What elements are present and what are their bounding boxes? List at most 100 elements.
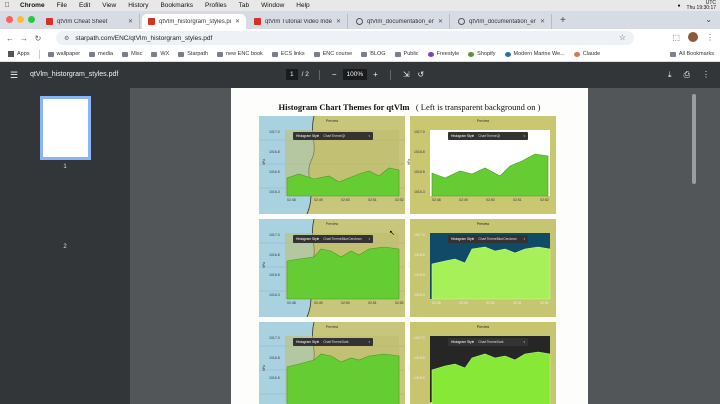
thumbnail-number: 2 bbox=[63, 244, 67, 250]
dropdown-label: Histogram Style bbox=[451, 340, 475, 344]
apple-menu-icon[interactable]:  bbox=[0, 2, 14, 9]
bookmark-freestyle[interactable]: Freestyle bbox=[427, 51, 460, 57]
folder-icon bbox=[47, 51, 54, 57]
menu-window[interactable]: Window bbox=[255, 2, 290, 9]
url-text: starpath.com/ENC/qtVlm_historgram_styles… bbox=[75, 34, 213, 42]
all-bookmarks[interactable]: All Bookmarks bbox=[669, 51, 714, 57]
zoom-window-button[interactable] bbox=[28, 16, 35, 23]
page-number-input[interactable]: 1 bbox=[286, 69, 298, 80]
bookmark-starpath[interactable]: Starpath bbox=[178, 51, 208, 57]
back-arrow-icon[interactable]: ← bbox=[3, 34, 17, 43]
y-tick-label: 1016.5 bbox=[414, 273, 425, 277]
scrollbar[interactable] bbox=[690, 88, 720, 404]
scrollbar-thumb[interactable] bbox=[692, 94, 696, 184]
menu-file[interactable]: File bbox=[51, 2, 73, 9]
menu-edit[interactable]: Edit bbox=[73, 2, 96, 9]
bookmark-label: Freestyle bbox=[436, 51, 460, 57]
pdf-favicon-icon bbox=[254, 18, 261, 25]
histogram-style-dropdown[interactable]: Histogram Style ChartThemeDark ▾ bbox=[293, 338, 373, 346]
address-bar[interactable]: ⚙ starpath.com/ENC/qtVlm_historgram_styl… bbox=[56, 31, 634, 45]
preview-label: Preview bbox=[325, 222, 339, 226]
y-tick-label: 1016.8 bbox=[269, 150, 280, 154]
folder-icon bbox=[217, 51, 224, 57]
fit-page-icon[interactable]: ⇲ bbox=[401, 70, 412, 79]
y-tick-label: 1017.0 bbox=[414, 130, 425, 134]
bookmark-star-icon[interactable]: ☆ bbox=[619, 33, 626, 42]
bookmark-wx[interactable]: WX bbox=[151, 51, 169, 57]
tab-cheat-sheet[interactable]: qtVlm Cheat Sheet ✕ bbox=[40, 14, 140, 29]
menu-bookmarks[interactable]: Bookmarks bbox=[154, 2, 199, 9]
bookmark-enc-course[interactable]: ENC course bbox=[313, 51, 352, 57]
window-controls bbox=[6, 16, 35, 23]
zoom-in-icon[interactable]: + bbox=[371, 70, 380, 79]
histogram-style-dropdown[interactable]: Histogram Style ChartThemeQt ▾ bbox=[293, 132, 373, 140]
x-tick-label: 02:49 bbox=[314, 301, 323, 305]
close-tab-icon[interactable]: ✕ bbox=[336, 18, 341, 25]
close-tab-icon[interactable]: ✕ bbox=[128, 18, 133, 25]
bookmark-blog[interactable]: BLOG bbox=[361, 51, 386, 57]
minimize-window-button[interactable] bbox=[17, 16, 24, 23]
menu-profiles[interactable]: Profiles bbox=[199, 2, 233, 9]
freestyle-favicon-icon bbox=[427, 51, 434, 57]
bookmark-shopify[interactable]: Shopify bbox=[468, 51, 496, 57]
zoom-input[interactable]: 100% bbox=[342, 69, 368, 80]
y-axis-label: hPa bbox=[262, 158, 267, 166]
browser-toolbar: ← → ↻ ⚙ starpath.com/ENC/qtVlm_historgra… bbox=[0, 29, 720, 47]
tab-documentation-1[interactable]: qtVlm_documentation_en.pd ✕ bbox=[350, 14, 450, 29]
page-thumbnail-1[interactable] bbox=[40, 96, 91, 160]
histogram-theme-card: Preview Histogram Style ChartThemeBlueCeru… bbox=[407, 219, 556, 317]
download-icon[interactable]: ⤓ bbox=[668, 70, 672, 80]
wifi-icon[interactable]: ● bbox=[678, 3, 681, 9]
x-tick-label: 02:50 bbox=[341, 301, 350, 305]
close-tab-icon[interactable]: ✕ bbox=[438, 18, 443, 25]
histogram-style-dropdown[interactable]: Histogram Style ChartThemeDark ▾ bbox=[448, 338, 528, 346]
extensions-icon[interactable]: ⬚ bbox=[672, 33, 680, 42]
pdf-document-area[interactable]: Histogram Chart Themes for qtVlm ( Left … bbox=[130, 88, 690, 404]
tab-search-chevron-icon[interactable]: ⌄ bbox=[705, 15, 712, 24]
histogram-style-dropdown[interactable]: Histogram Style ChartThemeBlueCerulean ▾ bbox=[448, 235, 528, 243]
menu-tab[interactable]: Tab bbox=[233, 2, 255, 9]
histogram-theme-card: Preview Histogram Style ChartThemeQt ▾ 1017.… bbox=[407, 116, 556, 214]
zoom-out-icon[interactable]: − bbox=[330, 70, 339, 79]
document-title: Histogram Chart Themes for qtVlm ( Left … bbox=[231, 102, 588, 112]
close-tab-icon[interactable]: ✕ bbox=[540, 18, 545, 25]
bookmark-media[interactable]: media bbox=[89, 51, 113, 57]
bookmark-new-enc-book[interactable]: new ENC book bbox=[217, 51, 263, 57]
pdf-viewer-toolbar: ☰ qtVlm_historgram_styles.pdf 1 / 2 − 10… bbox=[0, 62, 720, 88]
bookmark-claude[interactable]: Claude bbox=[573, 51, 600, 57]
bookmark-apps[interactable]: Apps bbox=[8, 51, 30, 57]
menu-app[interactable]: Chrome bbox=[14, 2, 51, 9]
reload-icon[interactable]: ↻ bbox=[31, 34, 45, 43]
histogram-style-dropdown[interactable]: Histogram Style ChartThemeQt ▾ bbox=[448, 132, 528, 140]
pdf-filename: qtVlm_historgram_styles.pdf bbox=[30, 71, 119, 78]
forward-arrow-icon[interactable]: → bbox=[17, 34, 31, 43]
histogram-style-dropdown[interactable]: Histogram Style ChartThemeBlueCerulean ▾ bbox=[293, 235, 373, 243]
sidebar-menu-icon[interactable]: ☰ bbox=[10, 70, 18, 81]
close-tab-icon[interactable]: ✕ bbox=[235, 18, 240, 25]
bookmark-public[interactable]: Public bbox=[394, 51, 419, 57]
more-menu-icon[interactable]: ⋮ bbox=[706, 33, 714, 42]
site-info-icon[interactable]: ⚙ bbox=[64, 35, 69, 42]
bookmark-modern-marine[interactable]: Modern Marine We... bbox=[504, 51, 565, 57]
y-tick-label: 1017.0 bbox=[269, 130, 280, 134]
bookmark-misc[interactable]: Misc bbox=[122, 51, 142, 57]
tab-documentation-2[interactable]: qtVlm_documentation_en.pd ✕ bbox=[452, 14, 552, 29]
menu-view[interactable]: View bbox=[96, 2, 122, 9]
print-icon[interactable]: ⎙ bbox=[684, 70, 690, 80]
menu-history[interactable]: History bbox=[122, 2, 154, 9]
menubar-clock[interactable]: UTC Thu 19:30:17 bbox=[687, 0, 716, 11]
bookmark-ecs-links[interactable]: ECS links bbox=[271, 51, 305, 57]
new-tab-button[interactable]: + bbox=[560, 15, 566, 26]
bookmark-wallpaper[interactable]: wallpaper bbox=[47, 51, 80, 57]
menu-help[interactable]: Help bbox=[290, 2, 315, 9]
bookmark-label: WX bbox=[160, 51, 170, 57]
y-tick-label: 1016.8 bbox=[414, 253, 425, 257]
toolbar-right: ⬚ ⋮ bbox=[672, 32, 714, 42]
avatar[interactable] bbox=[688, 32, 698, 42]
folder-icon bbox=[151, 51, 158, 57]
more-options-icon[interactable]: ⋮ bbox=[702, 70, 710, 80]
tab-histogram-styles[interactable]: qtVlm_historgram_styles.pdf ✕ bbox=[142, 14, 246, 29]
tab-video-index[interactable]: qtVlm Tutorial Video Index ✕ bbox=[248, 14, 348, 29]
close-window-button[interactable] bbox=[6, 16, 13, 23]
rotate-icon[interactable]: ↺ bbox=[416, 70, 427, 79]
